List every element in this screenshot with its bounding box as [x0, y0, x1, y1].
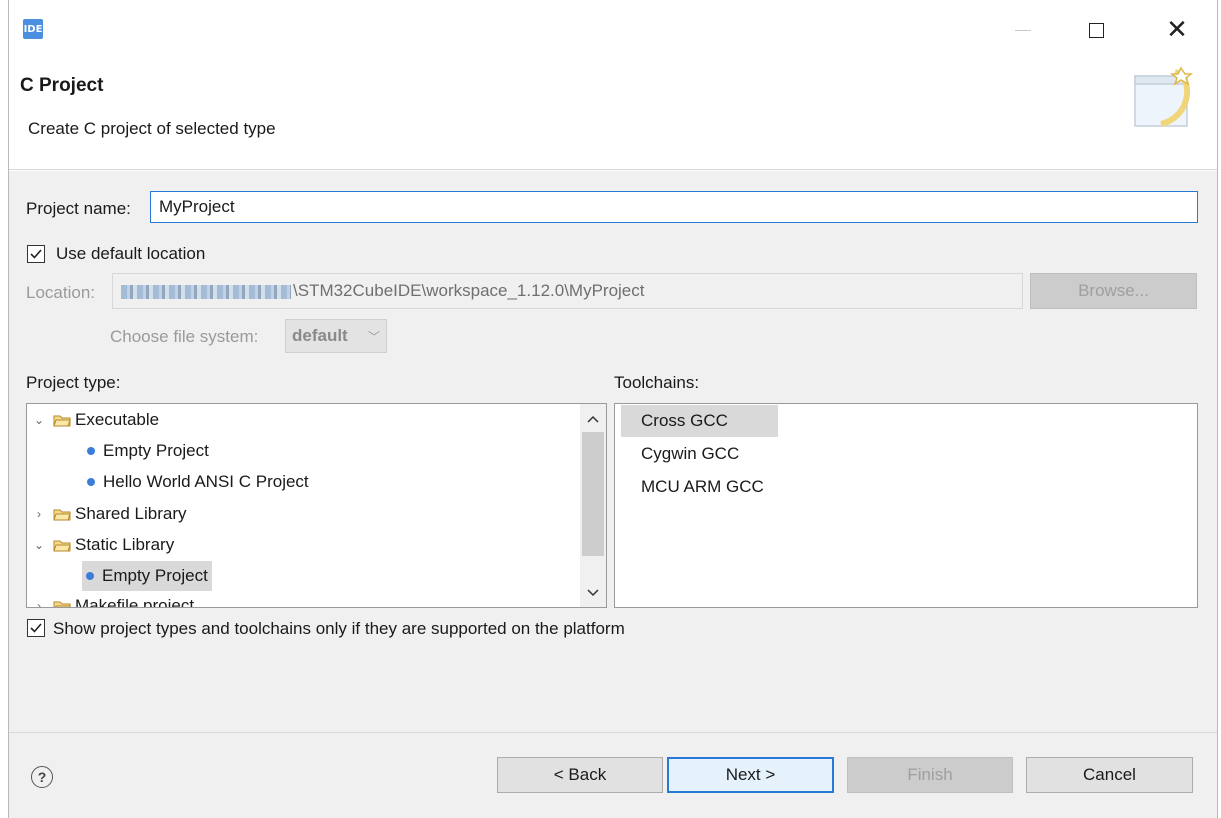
tree-item-label: Static Library [75, 535, 175, 554]
toolchains-list[interactable]: Cross GCC Cygwin GCC MCU ARM GCC [614, 403, 1198, 608]
tree-item-label: Empty Project [102, 566, 208, 585]
new-c-project-dialog: IDE ✕ C Project Create C project of sele… [8, 0, 1218, 818]
folder-icon [53, 509, 71, 520]
file-system-select[interactable]: default ﹀ [285, 319, 387, 353]
toolchain-item-label: Cross GCC [641, 411, 728, 430]
project-name-label: Project name: [26, 199, 131, 218]
folder-open-icon [53, 415, 71, 426]
folder-open-icon [53, 540, 71, 551]
use-default-location-checkbox[interactable] [27, 245, 45, 263]
project-type-label: Project type: [26, 373, 121, 392]
redacted-user-path [121, 284, 291, 299]
chevron-down-icon[interactable]: ⌄ [31, 413, 47, 427]
close-icon: ✕ [1166, 15, 1188, 45]
chevron-right-icon[interactable]: › [31, 507, 47, 521]
title-bar: IDE ✕ [9, 0, 1217, 62]
cancel-button[interactable]: Cancel [1026, 757, 1193, 793]
maximize-icon [1088, 22, 1104, 38]
tree-item-makefile-project[interactable]: › Makefile project [31, 591, 195, 608]
chevron-down-icon[interactable]: ⌄ [31, 538, 47, 552]
browse-button[interactable]: Browse... [1030, 273, 1197, 309]
chevron-down-icon: ﹀ [367, 329, 380, 344]
wizard-banner-icon [1134, 66, 1194, 127]
checkmark-icon [30, 623, 42, 633]
wizard-footer: ? < Back Next > Finish Cancel [9, 732, 1217, 818]
wizard-content: Project name: MyProject Use default loca… [9, 171, 1217, 732]
toolchain-item-cygwin-gcc[interactable]: Cygwin GCC [621, 438, 739, 470]
project-template-icon [87, 478, 95, 486]
next-button[interactable]: Next > [667, 757, 834, 793]
tree-item-static-empty-project[interactable]: Empty Project [82, 561, 212, 591]
location-input[interactable]: \STM32CubeIDE\workspace_1.12.0\MyProject [112, 273, 1023, 309]
scroll-up-icon[interactable] [580, 406, 606, 432]
tree-item-static-library[interactable]: ⌄ Static Library [31, 530, 174, 560]
project-template-icon [86, 572, 94, 580]
tree-item-label: Shared Library [75, 504, 187, 523]
toolchain-item-mcu-arm-gcc[interactable]: MCU ARM GCC [621, 471, 764, 503]
close-button[interactable]: ✕ [1157, 14, 1197, 46]
tree-item-empty-project[interactable]: Empty Project [87, 436, 209, 466]
page-title: C Project [20, 75, 104, 96]
tree-item-label: Makefile project [75, 596, 195, 608]
tree-item-selected-bg: Empty Project [82, 561, 212, 591]
toolchain-item-label: Cygwin GCC [641, 444, 740, 463]
tree-item-label: Empty Project [103, 441, 209, 460]
show-supported-only-label: Show project types and toolchains only i… [53, 619, 625, 638]
project-template-icon [87, 447, 95, 455]
project-name-input[interactable]: MyProject [150, 191, 1198, 223]
toolchain-item-label: MCU ARM GCC [641, 477, 764, 496]
file-system-label: Choose file system: [110, 327, 259, 346]
vertical-scrollbar[interactable] [580, 404, 606, 607]
minimize-button[interactable] [1003, 14, 1043, 46]
toolchains-label: Toolchains: [614, 373, 700, 392]
chevron-right-icon[interactable]: › [31, 599, 47, 607]
tree-item-shared-library[interactable]: › Shared Library [31, 499, 187, 529]
minimize-icon [1015, 29, 1031, 31]
scroll-down-icon[interactable] [580, 580, 606, 606]
file-system-value: default [292, 326, 348, 345]
help-icon[interactable]: ? [31, 766, 53, 788]
checkmark-icon [30, 249, 42, 259]
back-button[interactable]: < Back [497, 757, 663, 793]
tree-item-executable[interactable]: ⌄ Executable [31, 405, 159, 435]
folder-icon [53, 601, 71, 607]
location-path-text: \STM32CubeIDE\workspace_1.12.0\MyProject [293, 281, 645, 300]
use-default-location-label: Use default location [56, 244, 206, 263]
page-description: Create C project of selected type [28, 119, 276, 138]
wizard-header: C Project Create C project of selected t… [9, 62, 1217, 170]
show-supported-only-checkbox[interactable] [27, 619, 45, 637]
tree-item-hello-world[interactable]: Hello World ANSI C Project [87, 467, 309, 497]
tree-item-label: Executable [75, 410, 160, 429]
ide-app-icon: IDE [23, 19, 43, 39]
project-type-tree[interactable]: ⌄ Executable Empty Project Hello World A… [26, 403, 607, 608]
tree-item-label: Hello World ANSI C Project [103, 472, 309, 491]
toolchain-item-cross-gcc[interactable]: Cross GCC [621, 405, 778, 437]
location-label: Location: [26, 283, 95, 302]
scroll-thumb[interactable] [582, 432, 604, 556]
finish-button[interactable]: Finish [847, 757, 1013, 793]
maximize-button[interactable] [1076, 14, 1116, 46]
